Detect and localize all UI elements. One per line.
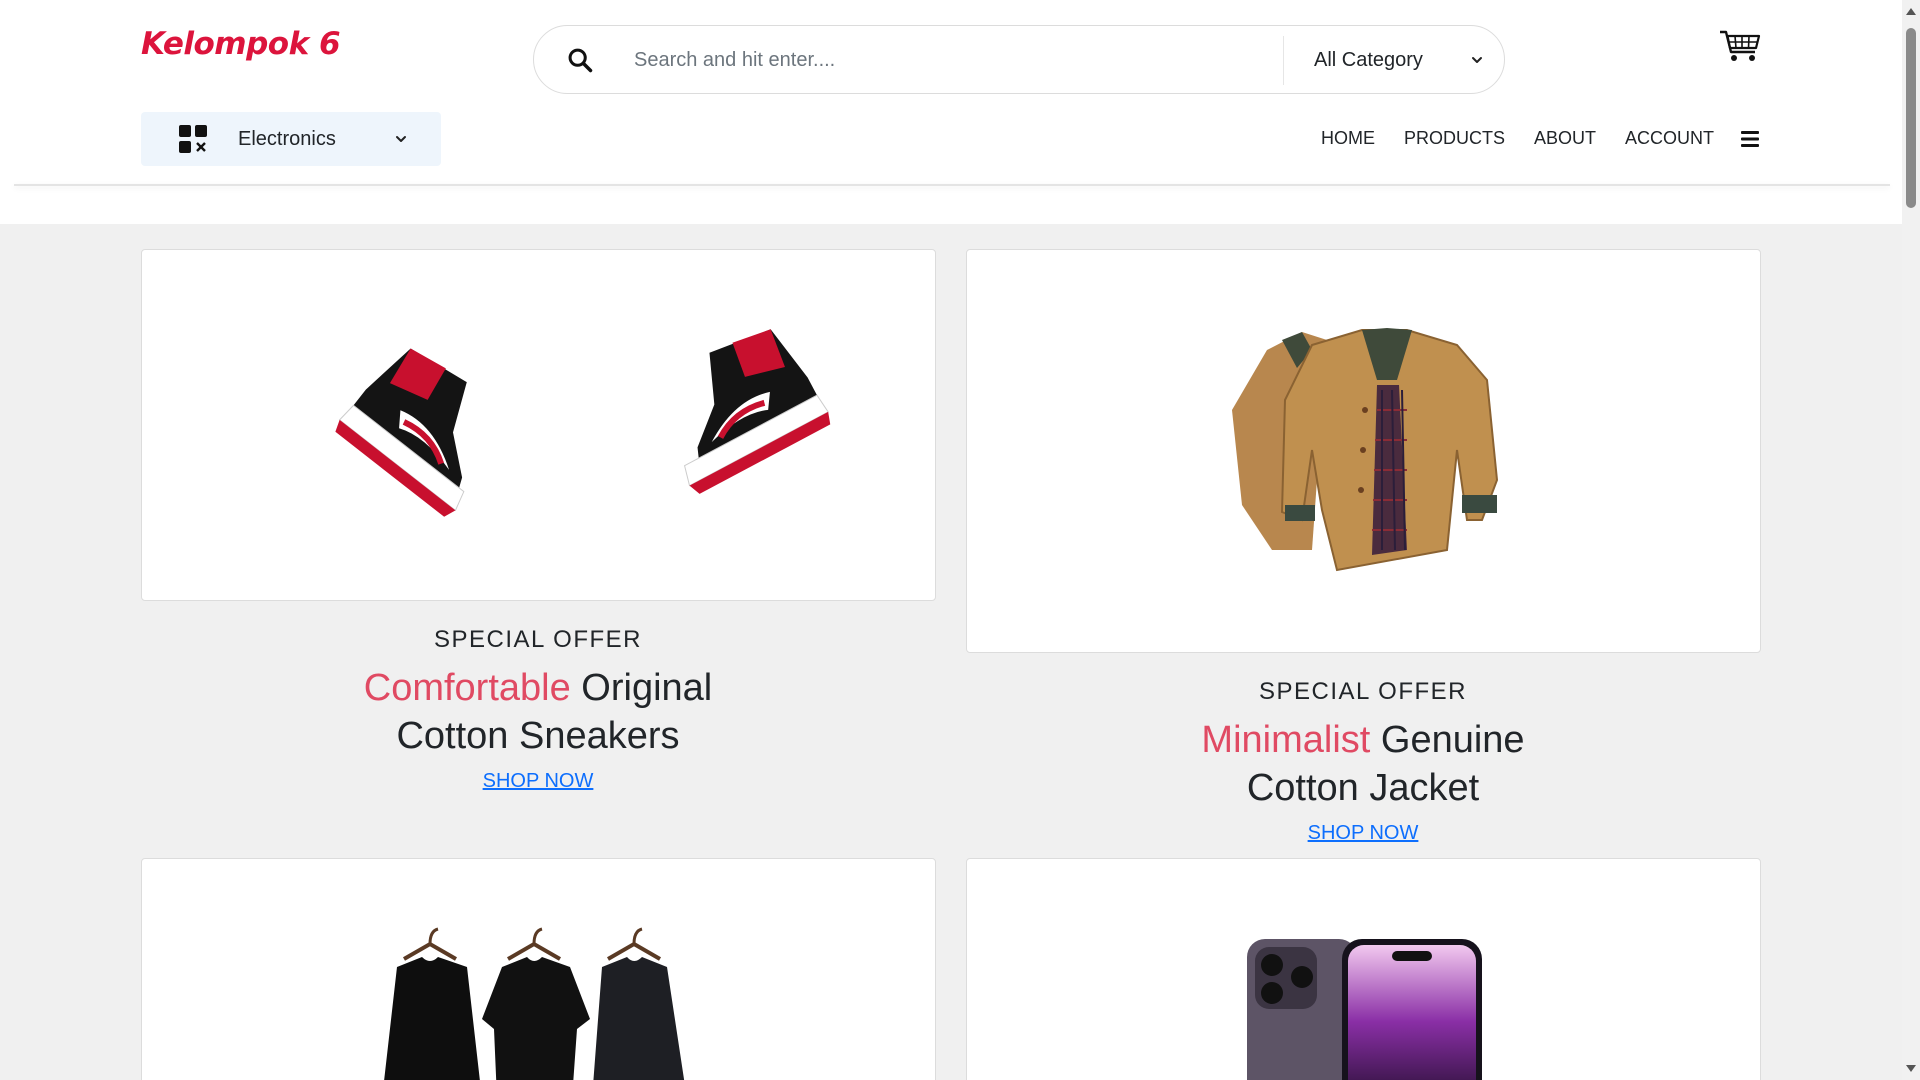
cart-icon[interactable] xyxy=(1719,28,1761,64)
search-icon[interactable] xyxy=(566,46,594,74)
nav-about[interactable]: ABOUT xyxy=(1534,128,1596,149)
offer-kicker: SPECIAL OFFER xyxy=(1259,678,1467,705)
hamburger-menu-icon[interactable] xyxy=(1740,130,1760,148)
scrollbar-thumb[interactable] xyxy=(1906,28,1916,208)
category-select-value: All Category xyxy=(1314,48,1423,71)
offer-title-line2: Cotton Sneakers xyxy=(396,715,680,757)
header-divider xyxy=(14,184,1890,186)
tshirts-image xyxy=(384,927,685,1080)
chevron-down-icon xyxy=(1472,57,1482,63)
shop-now-link[interactable]: SHOP NOW xyxy=(483,770,594,793)
product-card-smartphone[interactable] xyxy=(966,858,1761,1080)
nav-home[interactable]: HOME xyxy=(1321,128,1375,149)
search-input[interactable] xyxy=(634,42,1194,78)
jacket-image xyxy=(1232,328,1499,572)
department-label: Electronics xyxy=(238,127,336,150)
main-nav: HOME PRODUCTS ABOUT ACCOUNT xyxy=(1292,128,1760,149)
offer-sneakers: SPECIAL OFFER Comfortable Original Cotto… xyxy=(141,626,935,793)
site-header: Kelompok 6 All Category xyxy=(0,0,1902,224)
page-scrollbar[interactable] xyxy=(1902,0,1920,1080)
search-bar: All Category xyxy=(533,25,1505,94)
offer-title-highlight: Comfortable xyxy=(363,667,571,709)
product-card-tshirts[interactable] xyxy=(141,858,936,1080)
product-card-sneakers[interactable] xyxy=(141,249,936,601)
brand-logo[interactable]: Kelompok 6 xyxy=(141,26,341,62)
offer-title-line2: Cotton Jacket xyxy=(1246,767,1480,809)
scroll-down-icon[interactable] xyxy=(1906,1065,1916,1072)
offer-title: Comfortable Original Cotton Sneakers xyxy=(141,664,935,760)
offer-kicker: SPECIAL OFFER xyxy=(434,626,642,653)
search-divider xyxy=(1283,36,1284,85)
nav-account[interactable]: ACCOUNT xyxy=(1625,128,1714,149)
smartphone-image xyxy=(1247,939,1482,1080)
offer-title-rest: Original xyxy=(581,667,713,709)
chevron-down-icon xyxy=(395,136,406,142)
nav-products[interactable]: PRODUCTS xyxy=(1404,128,1505,149)
scroll-up-icon[interactable] xyxy=(1906,8,1916,15)
categories-grid-icon xyxy=(179,125,207,153)
department-dropdown[interactable]: Electronics xyxy=(141,112,441,166)
category-select[interactable]: All Category xyxy=(1314,40,1484,80)
offer-title: Minimalist Genuine Cotton Jacket xyxy=(966,716,1760,812)
offer-title-highlight: Minimalist xyxy=(1201,719,1371,761)
sneakers-image xyxy=(335,329,831,517)
shop-now-link[interactable]: SHOP NOW xyxy=(1308,822,1419,845)
offer-title-rest: Genuine xyxy=(1380,719,1525,761)
offer-jacket: SPECIAL OFFER Minimalist Genuine Cotton … xyxy=(966,678,1760,845)
product-card-jacket[interactable] xyxy=(966,249,1761,653)
